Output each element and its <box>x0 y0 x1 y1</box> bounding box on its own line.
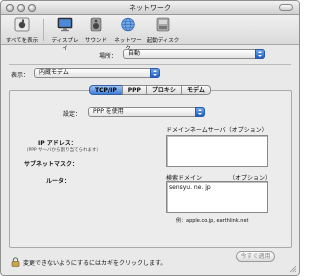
toolbar-show-all[interactable]: すべてを表示 <box>5 17 39 44</box>
startup-disk-icon <box>156 17 170 32</box>
lock-icon[interactable] <box>11 257 20 267</box>
subnet-mask-label: サブネットマスク： <box>24 161 79 168</box>
toolbar-network[interactable]: ネットワーク <box>112 17 144 52</box>
toolbar: すべてを表示 ディスプレイ サウンド ネットワー 起動ディスク <box>1 15 299 52</box>
config-popup-arrow-icon <box>195 107 205 117</box>
router-label: ルータ： <box>46 178 71 185</box>
tab-tcpip[interactable]: TCP/IP <box>89 85 123 95</box>
apple-panel-icon <box>14 17 30 32</box>
divider <box>9 64 291 65</box>
show-value: 内蔵モデム <box>39 69 69 76</box>
toolbar-separator <box>43 19 44 41</box>
apply-now-button[interactable]: 今すぐ適用 <box>236 251 275 262</box>
config-popup[interactable]: PPP を使用 <box>88 107 205 117</box>
show-label: 表示： <box>11 72 30 79</box>
location-popup-arrow-icon <box>255 49 265 59</box>
location-label: 場所： <box>99 53 118 60</box>
resize-grip-icon[interactable] <box>289 265 297 273</box>
toolbar-displays[interactable]: ディスプレイ <box>50 17 80 52</box>
lock-instruction-text: 変更できないようにするにはカギをクリックします。 <box>23 260 167 267</box>
toolbar-sound-label: サウンド <box>84 38 107 44</box>
tab-proxy[interactable]: プロキシ <box>145 85 182 95</box>
ip-address-note: （PPP サーバから割り当てられます） <box>24 148 102 153</box>
search-domains-field[interactable]: sensyu. ne. jp <box>166 181 268 213</box>
location-value: 自動 <box>128 50 141 57</box>
title-bar: ネットワーク <box>1 1 299 15</box>
display-icon <box>57 17 73 32</box>
dns-label: ドメインネームサーバ（オプション） <box>166 125 268 134</box>
example-text: 例：apple.co.jp, earthlink.net <box>176 218 249 224</box>
tab-panel: 設定： PPP を使用 IP アドレス： （PPP サーバから割り当てられます）… <box>9 90 292 248</box>
window-title: ネットワーク <box>129 4 171 12</box>
show-popup-arrow-icon <box>150 68 160 78</box>
toolbar-show-all-label: すべてを表示 <box>5 38 39 44</box>
network-preferences-window: ネットワーク すべてを表示 ディスプレイ サウンド ネットワー 起動ディスク 場… <box>0 0 300 276</box>
toolbar-displays-label: ディスプレイ <box>51 38 79 52</box>
dns-servers-field[interactable] <box>166 135 268 167</box>
config-value: PPP を使用 <box>93 108 124 115</box>
network-globe-icon <box>121 17 135 32</box>
toolbar-toggle-button[interactable] <box>279 4 293 11</box>
show-popup[interactable]: 内蔵モデム <box>34 68 160 78</box>
toolbar-sound[interactable]: サウンド <box>83 17 109 44</box>
ip-address-label: IP アドレス： <box>38 140 77 147</box>
toolbar-startup-disk-label: 起動ディスク <box>146 38 180 44</box>
tab-modem[interactable]: モデム <box>180 85 211 95</box>
config-label: 設定： <box>63 111 82 118</box>
dns-label-text: ドメインネームサーバ <box>166 127 226 134</box>
speaker-icon <box>90 17 102 32</box>
search-domains-value: sensyu. ne. jp <box>169 184 211 191</box>
tab-bar: TCP/IP PPP プロキシ モデム <box>89 85 211 95</box>
toolbar-startup-disk[interactable]: 起動ディスク <box>146 17 180 44</box>
dns-optional-text: （オプション） <box>225 127 268 134</box>
location-popup[interactable]: 自動 <box>123 49 265 59</box>
tab-ppp[interactable]: PPP <box>121 85 147 95</box>
